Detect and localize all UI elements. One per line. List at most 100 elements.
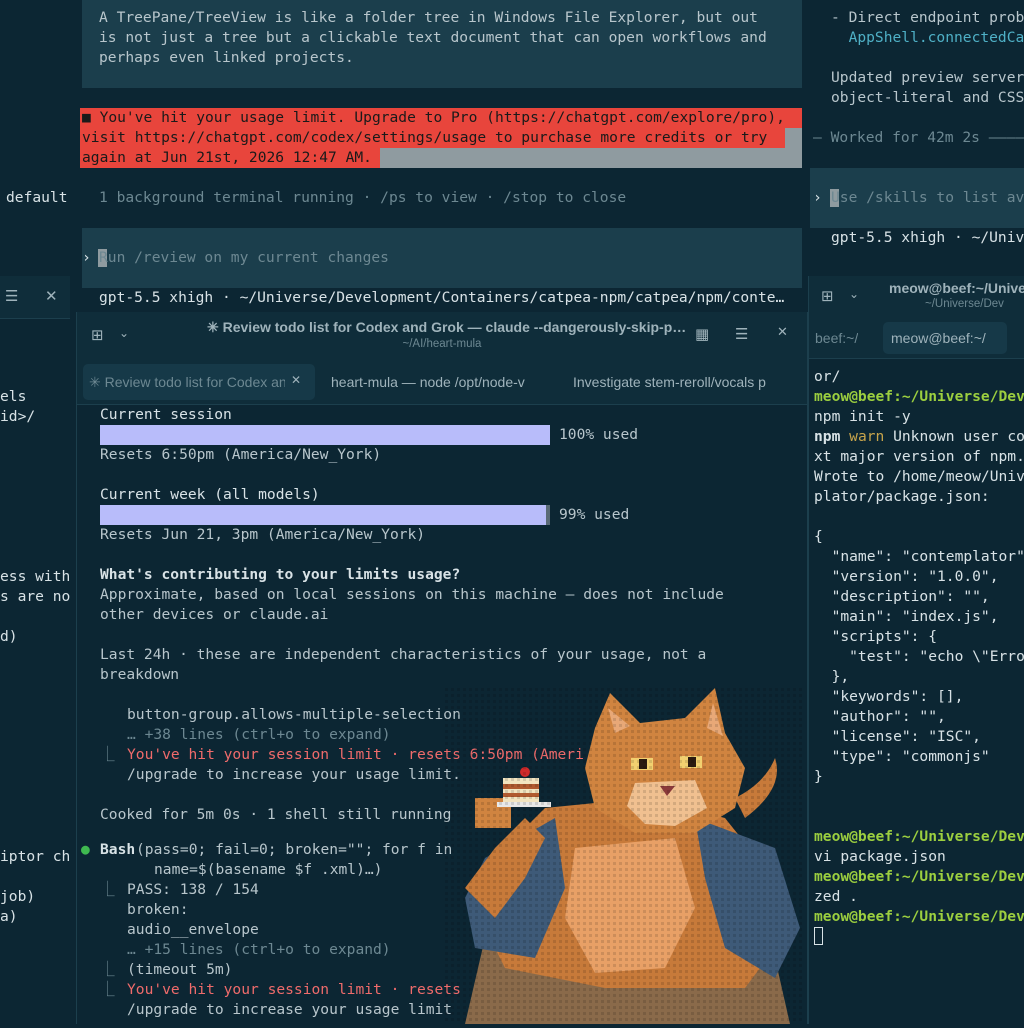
- session-used-text: 100% used: [559, 426, 639, 443]
- shell-line: npm init -y: [814, 408, 911, 425]
- tab-bar: beef:~/ meow@beef:~/: [809, 318, 1024, 359]
- right-line: object-literal and CSS: [831, 89, 1024, 106]
- left-line: d): [0, 628, 18, 645]
- info-line: is not just a tree but a clickable text …: [99, 29, 767, 46]
- shell-line: or/: [814, 368, 841, 385]
- pass-count: PASS: 138 / 154: [127, 881, 259, 898]
- prompt-input[interactable]: Use /skills to list av: [831, 188, 1024, 208]
- right-line: Updated preview server: [831, 69, 1024, 86]
- model-status-line: gpt-5.5 xhigh · ~/Univ: [831, 229, 1024, 246]
- shell-line: "description": "",: [814, 588, 990, 605]
- current-week-label: Current week (all models): [100, 486, 320, 503]
- shell-line: },: [814, 668, 850, 685]
- menu-icon[interactable]: ☰: [5, 287, 18, 305]
- window-subtitle: ~/Universe/Dev: [925, 298, 1004, 310]
- info-line: A TreePane/TreeView is like a folder tre…: [99, 9, 758, 26]
- right-line: - Direct endpoint prob: [831, 9, 1024, 26]
- window-header: ⊞ ⌄ meow@beef:~/Universe ~/Universe/Dev: [809, 276, 1024, 319]
- expand-hint[interactable]: … +38 lines (ctrl+o to expand): [127, 725, 391, 745]
- shell-cursor: [814, 927, 823, 945]
- tab-review-todo[interactable]: ✳ Review todo list for Codex and Grok: [89, 360, 285, 404]
- shell-line: "keywords": [],: [814, 688, 964, 705]
- shell-line: zed .: [814, 888, 858, 905]
- npm-label: npm: [814, 428, 850, 445]
- bullet-icon: ●: [81, 841, 90, 858]
- contrib-line: other devices or claude.ai: [100, 606, 329, 623]
- shell-line: "main": "index.js",: [814, 608, 999, 625]
- tree-connector: ⎿: [100, 881, 115, 898]
- bash-tool-label: Bash: [100, 841, 136, 858]
- tab-heart-mula[interactable]: heart-mula — node /opt/node-v: [331, 360, 549, 404]
- tree-connector: ⎿: [100, 746, 115, 763]
- close-icon[interactable]: ✕: [777, 325, 788, 340]
- tab-beef[interactable]: beef:~/: [815, 318, 858, 358]
- left-line: job): [0, 888, 36, 905]
- left-line: iptor ch: [0, 848, 70, 865]
- left-terminal-pane[interactable]: default ☰ ✕ els id>/ ess with s are no d…: [0, 0, 70, 1024]
- current-session-label: Current session: [100, 406, 232, 423]
- usage-error-bg: [785, 128, 802, 148]
- shell-line: "name": "contemplator": [814, 548, 1024, 565]
- broken-item: audio__envelope: [127, 921, 259, 938]
- tab-meow-beef[interactable]: meow@beef:~/: [891, 318, 986, 358]
- tree-connector: ⎿: [100, 981, 115, 998]
- shell-line: "test": "echo \"Erro: [814, 648, 1024, 665]
- broken-label: broken:: [127, 901, 189, 918]
- window-header: ⊞ ⌄ ✳ Review todo list for Codex and Gro…: [77, 312, 807, 361]
- chevron-down-icon[interactable]: ⌄: [849, 287, 859, 301]
- warn-label: warn: [849, 428, 894, 445]
- session-limit-message: You've hit your session limit · resets: [127, 981, 461, 998]
- session-reset-text: Resets 6:50pm (America/New_York): [100, 446, 382, 463]
- left-line: ess with: [0, 568, 70, 585]
- expand-hint[interactable]: … +15 lines (ctrl+o to expand): [127, 940, 391, 960]
- shell-line: "type": "commonjs": [814, 748, 990, 765]
- prompt-input[interactable]: Run /review on my current changes: [99, 248, 389, 268]
- shell-line: meow@beef:~/Universe/Dev: [814, 908, 1024, 925]
- shell-line: meow@beef:~/Universe/Dev: [814, 868, 1024, 885]
- worked-divider: — Worked for 42m 2s ————: [813, 129, 1024, 146]
- background-status: 1 background terminal running · /ps to v…: [99, 189, 627, 206]
- info-line: perhaps even linked projects.: [99, 49, 354, 66]
- left-line: default: [6, 189, 68, 206]
- week-reset-text: Resets Jun 21, 3pm (America/New_York): [100, 526, 426, 543]
- shell-line: }: [814, 768, 823, 785]
- shell-line: "scripts": {: [814, 628, 938, 645]
- prompt-char: ›: [82, 249, 91, 266]
- group-name: button-group.allows-multiple-selection: [127, 706, 461, 723]
- tab-investigate-stem[interactable]: Investigate stem-reroll/vocals p: [573, 360, 789, 404]
- usage-limit-error: visit https://chatgpt.com/codex/settings…: [82, 129, 768, 146]
- cooked-status: Cooked for 5m 0s · 1 shell still running: [100, 806, 452, 823]
- tab-bar: ✳ Review todo list for Codex and Grok ✕ …: [77, 360, 807, 405]
- left-line: id>/: [0, 408, 36, 425]
- shell-line: xt major version of npm.: [814, 448, 1024, 465]
- tree-connector: ⎿: [100, 961, 115, 978]
- close-icon[interactable]: ✕: [291, 373, 301, 387]
- menu-icon[interactable]: ☰: [735, 325, 748, 343]
- usage-error-bg: [380, 148, 802, 168]
- shell-line: "license": "ISC",: [814, 728, 981, 745]
- upgrade-hint: /upgrade to increase your usage limit: [127, 1001, 453, 1018]
- shell-line: npm warn Unknown user co: [814, 427, 1024, 447]
- new-tab-icon[interactable]: ⊞: [821, 287, 834, 305]
- week-used-text: 99% used: [559, 506, 630, 523]
- week-usage-bar: [100, 505, 546, 525]
- contrib-line: Approximate, based on local sessions on …: [100, 586, 724, 603]
- shell-line: Wrote to /home/meow/Univ: [814, 468, 1024, 485]
- contrib-heading: What's contributing to your limits usage…: [100, 566, 461, 583]
- grid-icon[interactable]: ▦: [695, 325, 709, 343]
- right-line: AppShell.connectedCa: [831, 29, 1024, 46]
- shell-line: meow@beef:~/Universe/Dev: [814, 828, 1024, 845]
- codex-terminal-pane[interactable]: A TreePane/TreeView is like a folder tre…: [80, 0, 802, 312]
- right-shell-window[interactable]: ⊞ ⌄ meow@beef:~/Universe ~/Universe/Dev …: [808, 276, 1024, 1024]
- shell-line: meow@beef:~/Universe/Dev: [814, 388, 1024, 405]
- timeout-line: (timeout 5m): [127, 961, 233, 978]
- close-icon[interactable]: ✕: [45, 287, 58, 305]
- left-line: s are no: [0, 588, 70, 605]
- left-line: els: [0, 388, 27, 405]
- right-codex-pane[interactable]: - Direct endpoint prob AppShell.connecte…: [810, 0, 1024, 268]
- bash-command: name=$(basename $f .xml)…): [154, 861, 383, 878]
- warn-text: Unknown user co: [893, 428, 1024, 445]
- usage-limit-error: again at Jun 21st, 2026 12:47 AM.: [82, 149, 372, 166]
- upgrade-hint: /upgrade to increase your usage limit.: [127, 766, 461, 783]
- last24-line: breakdown: [100, 666, 180, 683]
